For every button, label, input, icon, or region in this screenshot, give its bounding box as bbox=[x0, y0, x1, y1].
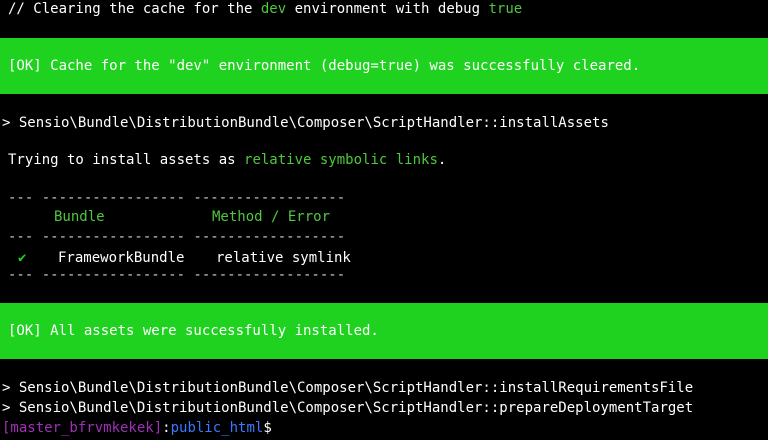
install-mode: relative symbolic links bbox=[244, 152, 438, 168]
assets-success-message: [OK] All assets were successfully instal… bbox=[8, 323, 379, 339]
deploy-command: > Sensio\Bundle\DistributionBundle\Compo… bbox=[2, 400, 694, 416]
row-method: relative symlink bbox=[216, 250, 351, 266]
shell-prompt[interactable]: [master_bfrvmkekek]:public_html$ bbox=[2, 419, 272, 437]
requirements-command: > Sensio\Bundle\DistributionBundle\Compo… bbox=[2, 380, 694, 396]
trying-suffix: . bbox=[437, 152, 447, 168]
cache-success-message: [OK] Cache for the "dev" environment (de… bbox=[8, 58, 641, 74]
comment-text: // Clearing the cache for the bbox=[8, 1, 261, 17]
row-bundle-name: FrameworkBundle bbox=[58, 250, 185, 266]
prompt-directory: public_html bbox=[170, 420, 264, 436]
debug-value: true bbox=[488, 1, 523, 17]
install-assets-command: > Sensio\Bundle\DistributionBundle\Compo… bbox=[2, 115, 609, 131]
comment-line: // Clearing the cache for the dev enviro… bbox=[8, 0, 522, 18]
table-rule-top: --- ----------------- ------------------ bbox=[8, 190, 346, 206]
table-rule-bottom: --- ----------------- ------------------ bbox=[8, 267, 346, 283]
prompt-symbol: $ bbox=[263, 420, 272, 436]
cache-success-box: [OK] Cache for the "dev" environment (de… bbox=[0, 38, 768, 94]
table-header-bundle: Bundle bbox=[54, 209, 105, 225]
assets-success-box: [OK] All assets were successfully instal… bbox=[0, 303, 768, 359]
trying-text: Trying to install assets as bbox=[8, 152, 245, 168]
comment-text-2: environment with debug bbox=[286, 1, 489, 17]
trying-line: Trying to install assets as relative sym… bbox=[8, 151, 446, 169]
table-rule-mid: --- ----------------- ------------------ bbox=[8, 229, 346, 245]
env-value: dev bbox=[260, 1, 287, 17]
prompt-user: [master_bfrvmkekek] bbox=[2, 420, 163, 436]
table-header-method: Method / Error bbox=[212, 209, 331, 225]
check-icon: ✔ bbox=[18, 250, 27, 266]
prompt-separator: : bbox=[162, 420, 171, 436]
